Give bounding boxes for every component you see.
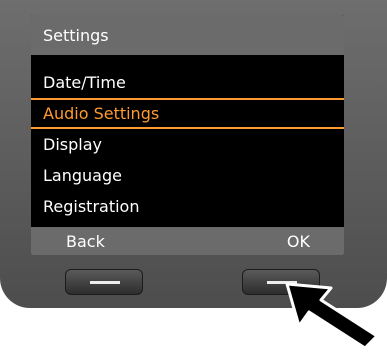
phone-handset: Settings Date/Time Audio Settings Displa…	[0, 0, 387, 308]
settings-menu: Date/Time Audio Settings Display Languag…	[31, 67, 344, 222]
softkey-ok-label[interactable]: OK	[287, 232, 310, 251]
menu-item-label: Audio Settings	[43, 104, 160, 123]
menu-item-label: Registration	[43, 197, 140, 216]
menu-item-registration[interactable]: Registration	[31, 191, 344, 222]
menu-item-date-time[interactable]: Date/Time	[31, 67, 344, 98]
display-screen: Settings Date/Time Audio Settings Displa…	[31, 15, 344, 255]
menu-item-label: Language	[43, 166, 122, 185]
key-bar-icon	[90, 281, 120, 284]
menu-item-audio-settings[interactable]: Audio Settings	[31, 98, 344, 129]
menu-item-label: Display	[43, 135, 102, 154]
menu-item-display[interactable]: Display	[31, 129, 344, 160]
screen-title-text: Settings	[43, 25, 109, 45]
left-softkey-button[interactable]	[65, 269, 143, 295]
softkey-back-label[interactable]: Back	[66, 232, 105, 251]
arrow-pointer-icon	[285, 282, 379, 350]
menu-item-language[interactable]: Language	[31, 160, 344, 191]
screen-title: Settings	[31, 15, 344, 55]
softkey-bar: Back OK	[31, 227, 344, 255]
menu-item-label: Date/Time	[43, 73, 126, 92]
